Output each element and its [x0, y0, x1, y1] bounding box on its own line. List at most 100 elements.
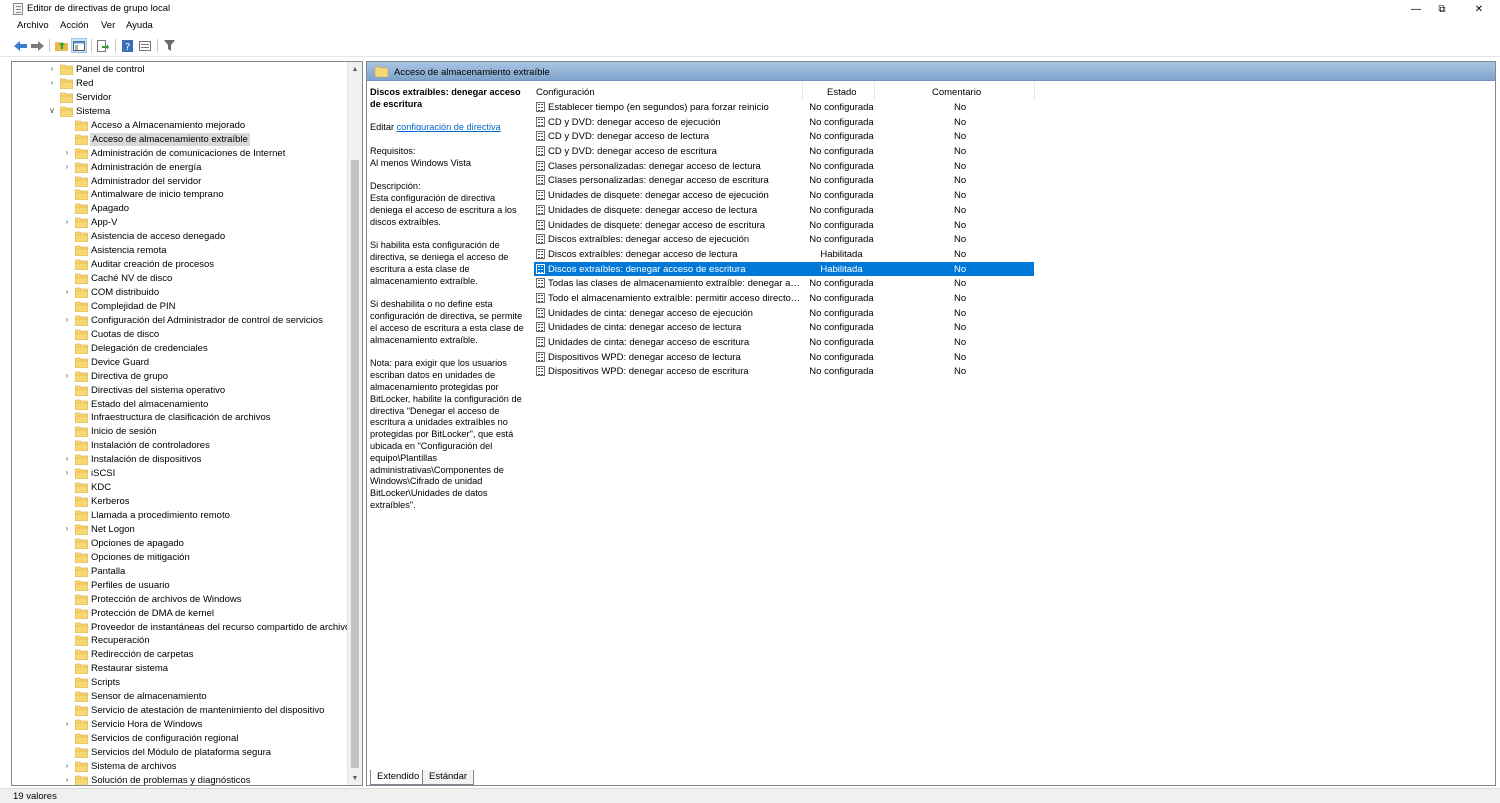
table-row[interactable]: Discos extraíbles: denegar acceso de lec… [534, 247, 1204, 262]
tree-item[interactable]: › Administración de energía [12, 161, 348, 175]
table-row[interactable]: Clases personalizadas: denegar acceso de… [534, 159, 1204, 174]
tree-item[interactable]: Recuperación [12, 634, 348, 648]
tree-item[interactable]: Llamada a procedimiento remoto [12, 509, 348, 523]
export-list-icon[interactable] [95, 38, 111, 53]
help-icon[interactable]: ? [119, 38, 135, 53]
chevron-right-icon[interactable]: › [63, 162, 71, 171]
chevron-right-icon[interactable]: › [63, 148, 71, 157]
scrollbar-thumb[interactable] [351, 160, 359, 768]
show-hide-tree-icon[interactable] [71, 38, 87, 53]
tree-item[interactable]: Servicios del Módulo de plataforma segur… [12, 746, 348, 760]
chevron-down-icon[interactable]: ∨ [48, 106, 56, 115]
restore-button[interactable]: ⧉ [1425, 0, 1459, 18]
table-row[interactable]: Todas las clases de almacenamiento extra… [534, 276, 1204, 291]
tree-item[interactable]: Antimalware de inicio temprano [12, 188, 348, 202]
table-row[interactable]: Todo el almacenamiento extraíble: permit… [534, 291, 1204, 306]
tree-item[interactable]: Opciones de mitigación [12, 551, 348, 565]
edit-policy-link[interactable]: configuración de directiva [397, 122, 501, 132]
tree-item[interactable]: Kerberos [12, 495, 348, 509]
table-row[interactable]: Unidades de cinta: denegar acceso de esc… [534, 335, 1204, 350]
tree-item[interactable]: › iSCSI [12, 467, 348, 481]
tree-item[interactable]: Scripts [12, 676, 348, 690]
tree-item[interactable]: Restaurar sistema [12, 662, 348, 676]
table-row[interactable]: Clases personalizadas: denegar acceso de… [534, 173, 1204, 188]
menu-archivo[interactable]: Archivo [17, 20, 49, 31]
table-row[interactable]: CD y DVD: denegar acceso de lectura No co… [534, 129, 1204, 144]
chevron-right-icon[interactable]: › [63, 315, 71, 324]
chevron-right-icon[interactable]: › [48, 78, 56, 87]
table-row[interactable]: Discos extraíbles: denegar acceso de esc… [534, 261, 1034, 277]
tree-item[interactable]: Servicios de configuración regional [12, 732, 348, 746]
tree-item[interactable]: Acceso de almacenamiento extraíble [12, 132, 348, 147]
scroll-down-arrow-icon[interactable]: ▼ [348, 771, 362, 785]
tree-item[interactable]: Delegación de credenciales [12, 342, 348, 356]
tree-item[interactable]: › Sistema de archivos [12, 760, 348, 774]
tree-item[interactable]: Pantalla [12, 565, 348, 579]
tree-item[interactable]: Directivas del sistema operativo [12, 384, 348, 398]
properties-icon[interactable] [137, 38, 153, 53]
table-row[interactable]: Unidades de cinta: denegar acceso de lec… [534, 320, 1204, 335]
chevron-right-icon[interactable]: › [63, 720, 71, 728]
column-header-comment[interactable]: Comentario [932, 87, 981, 98]
tree-item[interactable]: Complejidad de PIN [12, 300, 348, 314]
table-row[interactable]: Discos extraíbles: denegar acceso de eje… [534, 232, 1204, 247]
tree-item[interactable]: › Administración de comunicaciones de Int… [12, 147, 348, 161]
tab-estandar[interactable]: Estándar [422, 770, 475, 785]
tree-item[interactable]: › Net Logon [12, 523, 348, 537]
tree-item[interactable]: Perfiles de usuario [12, 579, 348, 593]
tree-item[interactable]: Opciones de apagado [12, 537, 348, 551]
tree-item[interactable]: Estado del almacenamiento [12, 398, 348, 412]
table-row[interactable]: Dispositivos WPD: denegar acceso de escr… [534, 364, 1204, 379]
tree-item[interactable]: › COM distribuido [12, 286, 348, 300]
chevron-right-icon[interactable]: › [63, 524, 71, 533]
tree-item[interactable]: Servidor [12, 91, 348, 105]
table-row[interactable]: Unidades de cinta: denegar acceso de eje… [534, 306, 1204, 321]
table-row[interactable]: Unidades de disquete: denegar acceso de … [534, 203, 1204, 218]
tree-item[interactable]: Protección de DMA de kernel [12, 607, 348, 621]
tree-item[interactable]: Redirección de carpetas [12, 648, 348, 662]
tree-item[interactable]: Inicio de sesión [12, 425, 348, 439]
column-header-config[interactable]: Configuración [536, 87, 595, 98]
chevron-right-icon[interactable]: › [63, 455, 71, 463]
chevron-right-icon[interactable]: › [48, 65, 56, 73]
column-header-state[interactable]: Estado [827, 87, 857, 98]
filter-icon[interactable] [161, 38, 177, 53]
navigation-tree[interactable]: › Panel de control › Red Servidor ∨ Sistema Acc… [11, 61, 363, 786]
table-row[interactable]: CD y DVD: denegar acceso de ejecución No … [534, 115, 1204, 130]
chevron-right-icon[interactable]: › [63, 371, 71, 380]
tree-item[interactable]: › App-V [12, 216, 348, 230]
tree-item[interactable]: Administrador del servidor [12, 175, 348, 189]
tree-item[interactable]: Cuotas de disco [12, 328, 348, 342]
tree-item[interactable]: Device Guard [12, 356, 348, 370]
menu-ayuda[interactable]: Ayuda [126, 20, 153, 31]
tree-item[interactable]: Auditar creación de procesos [12, 258, 348, 272]
chevron-right-icon[interactable]: › [63, 775, 71, 784]
forward-icon[interactable] [29, 38, 45, 53]
table-row[interactable]: CD y DVD: denegar acceso de escritura No … [534, 144, 1204, 159]
close-button[interactable]: ✕ [1462, 0, 1496, 18]
tree-item[interactable]: KDC [12, 481, 348, 495]
tree-item[interactable]: › Configuración del Administrador de cont… [12, 314, 348, 328]
tree-item[interactable]: Asistencia de acceso denegado [12, 230, 348, 244]
table-row[interactable]: Unidades de disquete: denegar acceso de … [534, 188, 1204, 203]
tree-item[interactable]: Apagado [12, 202, 348, 216]
scroll-up-arrow-icon[interactable]: ▲ [348, 62, 362, 76]
tree-item[interactable]: Protección de archivos de Windows [12, 593, 348, 607]
table-row[interactable]: Unidades de disquete: denegar acceso de … [534, 218, 1204, 233]
tree-item[interactable]: Infraestructura de clasificación de arch… [12, 411, 348, 425]
menu-ver[interactable]: Ver [101, 20, 115, 31]
tree-item[interactable]: Servicio de atestación de mantenimiento … [12, 704, 348, 718]
tree-item[interactable]: › Red [12, 77, 348, 91]
tree-item[interactable]: Proveedor de instantáneas del recurso co… [12, 621, 355, 635]
tree-item[interactable]: Caché NV de disco [12, 272, 348, 286]
table-row[interactable]: Dispositivos WPD: denegar acceso de lect… [534, 350, 1204, 365]
tree-item[interactable]: Asistencia remota [12, 244, 348, 258]
tree-item[interactable]: Instalación de controladores [12, 439, 348, 453]
chevron-right-icon[interactable]: › [63, 469, 71, 477]
tree-scrollbar[interactable]: ▲ ▼ [347, 62, 362, 785]
tree-item[interactable]: › Panel de control [12, 63, 348, 77]
chevron-right-icon[interactable]: › [63, 288, 71, 296]
tab-extendido[interactable]: Extendido [370, 770, 427, 785]
back-icon[interactable] [12, 38, 28, 53]
tree-item[interactable]: Sensor de almacenamiento [12, 690, 348, 704]
